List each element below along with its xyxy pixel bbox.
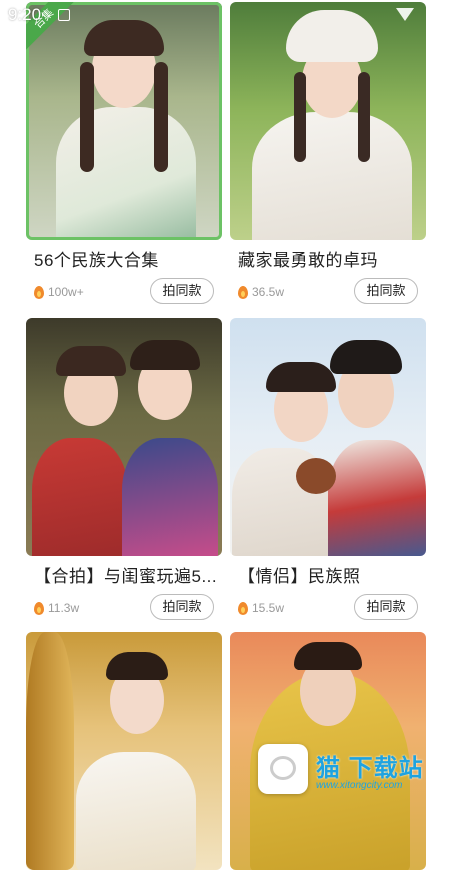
- card-footer: 11.3w 拍同款: [26, 594, 222, 624]
- card-footer: 100w+ 拍同款: [26, 278, 222, 308]
- usage-count: 15.5w: [252, 601, 285, 615]
- template-card[interactable]: [26, 632, 222, 870]
- status-bar: 9:20: [0, 0, 450, 30]
- shoot-same-button[interactable]: 拍同款: [354, 594, 418, 620]
- fire-icon: [238, 286, 248, 299]
- status-time: 9:20: [8, 5, 42, 24]
- card-thumbnail[interactable]: [26, 318, 222, 556]
- usage-count: 100w+: [48, 285, 84, 299]
- fire-icon: [34, 286, 44, 299]
- site-watermark: 猫 下载站 www.xitongcity.com: [258, 742, 450, 800]
- fire-icon: [34, 602, 44, 615]
- watermark-title: 猫 下载站: [316, 755, 424, 782]
- shoot-same-button[interactable]: 拍同款: [150, 594, 214, 620]
- card-thumbnail[interactable]: [230, 2, 426, 240]
- photo-two-friends: [26, 318, 222, 556]
- card-thumbnail[interactable]: 合集: [26, 2, 222, 240]
- card-title: 56个民族大合集: [34, 251, 159, 270]
- card-footer: 15.5w 拍同款: [230, 594, 426, 624]
- template-card[interactable]: 【合拍】与闺蜜玩遍5... 11.3w 拍同款: [26, 318, 222, 624]
- card-title: 【合拍】与闺蜜玩遍5...: [34, 567, 218, 586]
- template-card[interactable]: 【情侣】民族照 15.5w 拍同款: [230, 318, 426, 624]
- card-thumbnail[interactable]: [230, 318, 426, 556]
- photo-couple: [230, 318, 426, 556]
- watermark-url: www.xitongcity.com: [316, 780, 403, 791]
- card-title: 【情侣】民族照: [238, 567, 361, 586]
- battery-icon: [432, 3, 441, 22]
- usage-count: 11.3w: [48, 601, 80, 615]
- notification-icon: [58, 9, 70, 21]
- photo-tibetan-girl-fur-hat: [230, 2, 426, 240]
- card-footer: 36.5w 拍同款: [230, 278, 426, 308]
- card-title: 藏家最勇敢的卓玛: [238, 251, 378, 270]
- shoot-same-button[interactable]: 拍同款: [150, 278, 214, 304]
- wifi-icon: [396, 8, 414, 21]
- photo-tibetan-girl: [26, 2, 222, 240]
- template-card[interactable]: 合集 56个民族大合集 100w+ 拍同款: [26, 2, 222, 308]
- watermark-logo-icon: [258, 744, 308, 794]
- usage-count: 36.5w: [252, 285, 285, 299]
- shoot-same-button[interactable]: 拍同款: [354, 278, 418, 304]
- card-thumbnail[interactable]: [26, 632, 222, 870]
- template-card[interactable]: 藏家最勇敢的卓玛 36.5w 拍同款: [230, 2, 426, 308]
- photo-dai-costume: [26, 632, 222, 870]
- fire-icon: [238, 602, 248, 615]
